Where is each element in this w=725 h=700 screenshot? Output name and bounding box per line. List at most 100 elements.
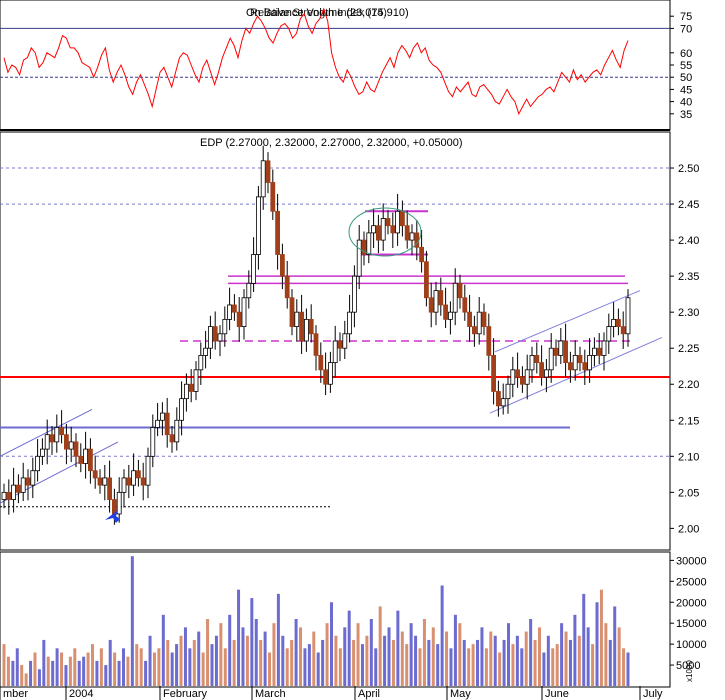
candle-body <box>203 347 209 356</box>
price-tick-label: 2.30 <box>678 307 699 319</box>
candle-body <box>337 340 343 349</box>
candle-body <box>102 477 108 486</box>
candle-body <box>251 254 257 284</box>
candle-body <box>25 477 31 486</box>
x-tick-label: 2004 <box>69 688 93 700</box>
candle-body <box>606 326 612 342</box>
candle-body <box>572 355 578 371</box>
candle-body <box>323 369 329 385</box>
x-tick-label: March <box>255 688 286 700</box>
candle-body <box>395 210 401 234</box>
candle-body <box>164 412 170 436</box>
candle-body <box>78 455 84 464</box>
volume-bar <box>409 623 413 686</box>
volume-bar <box>197 631 201 686</box>
volume-bar <box>91 644 95 686</box>
candle-body <box>169 434 175 443</box>
candle-body <box>299 311 305 342</box>
volume-bar <box>396 610 400 686</box>
candle-body <box>534 355 540 364</box>
candle-body <box>155 419 161 428</box>
candle-body <box>342 333 348 349</box>
x-tick-label: April <box>358 688 380 700</box>
volume-bar <box>24 673 28 686</box>
candle-body <box>380 218 386 241</box>
candle-body <box>236 311 242 327</box>
volume-bar <box>591 644 595 686</box>
volume-bar <box>55 648 59 686</box>
volume-bar <box>555 644 559 686</box>
candle-body <box>15 484 21 493</box>
volume-bar <box>148 635 152 686</box>
x-tick-label: mber <box>3 688 28 700</box>
candle-body <box>423 261 429 299</box>
volume-bar <box>117 660 121 686</box>
volume-bar <box>343 627 347 686</box>
volume-bar <box>206 619 210 686</box>
volume-bar <box>73 648 77 686</box>
volume-bar <box>462 639 466 686</box>
volume-bar <box>175 644 179 686</box>
candle-body <box>347 311 353 335</box>
volume-bar <box>480 627 484 686</box>
candle-body <box>73 441 79 457</box>
volume-bar <box>453 614 457 686</box>
volume-bar <box>427 639 431 686</box>
price-tick-label: 2.10 <box>678 451 699 463</box>
volume-bar <box>126 656 130 686</box>
candle-body <box>481 311 487 327</box>
volume-bar <box>290 639 294 686</box>
candle-body <box>265 160 271 183</box>
x-tick-label: July <box>643 688 663 700</box>
volume-bar <box>188 648 192 686</box>
volume-bar <box>560 623 564 686</box>
volume-bar <box>418 648 422 686</box>
candle-body <box>577 355 583 364</box>
candle-body <box>188 383 194 392</box>
candle-body <box>11 484 17 500</box>
volume-bar <box>325 623 329 686</box>
candle-body <box>582 362 588 371</box>
volume-bar <box>307 644 311 686</box>
volume-bar <box>356 623 360 686</box>
candle-body <box>135 470 141 479</box>
volume-bar <box>352 639 356 686</box>
candle-body <box>54 427 60 443</box>
volume-bar <box>507 623 511 686</box>
candle-body <box>174 419 180 443</box>
volume-bar <box>316 652 320 686</box>
candle-body <box>284 275 290 299</box>
candle-body <box>159 412 165 421</box>
rsi-tick-label: 45 <box>680 84 692 96</box>
volume-bar <box>219 623 223 686</box>
candle-body <box>198 355 204 371</box>
candle-body <box>462 297 468 313</box>
volume-bar <box>285 648 289 686</box>
volume-bar <box>369 619 373 686</box>
candle-body <box>30 470 36 486</box>
candle-body <box>260 160 266 198</box>
volume-bar <box>130 556 134 686</box>
volume-bar <box>15 648 19 686</box>
volume-bar <box>228 614 232 686</box>
candle-body <box>20 477 26 493</box>
volume-bar <box>586 627 590 686</box>
candle-body <box>92 470 98 479</box>
volume-bar <box>303 648 307 686</box>
volume-bar <box>484 648 488 686</box>
candle-body <box>83 448 88 464</box>
candle-body <box>544 369 549 378</box>
candle-body <box>179 398 185 421</box>
volume-bar <box>374 648 378 686</box>
candle-body <box>356 239 362 277</box>
rsi-title: Relative Strength Index (14) <box>250 7 387 19</box>
volume-bar <box>445 631 449 686</box>
candle-body <box>447 311 453 320</box>
volume-bar <box>542 652 546 686</box>
volume-bar <box>391 639 395 686</box>
volume-bar <box>263 631 267 686</box>
volume-bar <box>64 665 68 686</box>
volume-bar <box>86 652 90 686</box>
volume-bar <box>524 631 528 686</box>
volume-bar <box>104 665 108 686</box>
